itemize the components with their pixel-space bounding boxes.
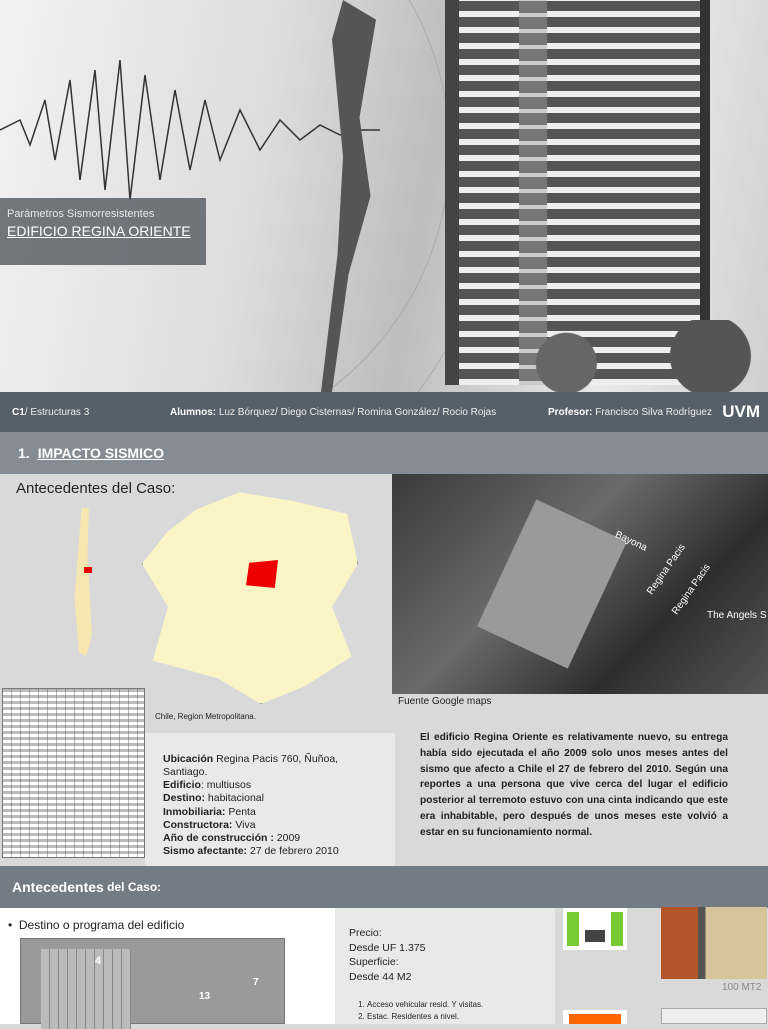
building-roof <box>477 499 627 669</box>
section-number: 1. <box>18 445 30 461</box>
info-row: Año de construcción : 2009 <box>163 832 377 845</box>
section-header-impacto: 1. IMPACTO SISMICO <box>0 432 768 474</box>
info-row: Inmobiliaria: Penta <box>163 806 377 819</box>
professor-info: Profesor: Francisco Silva Rodríguez <box>548 407 712 418</box>
unit-key-plan <box>563 908 627 950</box>
professor-name: Francisco Silva Rodríguez <box>592 406 712 418</box>
info-row: Constructora: Viva <box>163 819 377 832</box>
section-header-antecedentes: Antecedentes del Caso: <box>0 866 768 908</box>
info-value: 2009 <box>273 831 301 844</box>
site-plan-image: 4 13 7 <box>20 938 285 1029</box>
hero-banner: Parámetros Sismorresistentes EDIFICIO RE… <box>0 0 768 392</box>
info-label: Inmobiliaria: <box>163 805 226 818</box>
students-label: Alumnos: <box>170 406 217 418</box>
price-box: Precio: Desde UF 1.375 Superficie: Desde… <box>335 908 555 1024</box>
price-value: Desde UF 1.375 <box>349 941 426 954</box>
trees <box>480 320 768 392</box>
section-title: Antecedentes <box>12 879 104 895</box>
uvm-logo: UVM <box>722 402 760 421</box>
floor-plan <box>661 1008 767 1024</box>
info-value: Viva <box>232 818 256 831</box>
info-row: Sismo afectante: 27 de febrero 2010 <box>163 845 377 858</box>
legend-item: Estac. Residentes a nivel. <box>367 1011 541 1023</box>
presentation-title: EDIFICIO REGINA ORIENTE <box>7 223 191 239</box>
info-value: 27 de febrero 2010 <box>247 844 339 857</box>
area-value: Desde 44 M2 <box>349 971 412 984</box>
site-legend-list: Acceso vehicular resid. Y visitas. Estac… <box>349 999 541 1023</box>
chile-map <box>74 508 94 660</box>
program-bullet: • Destino o programa del edificio <box>8 918 185 932</box>
students-info: Alumnos: Luz Bórquez/ Diego Cisternas/ R… <box>170 407 496 418</box>
credits-bar: C1/ Estructuras 3 Alumnos: Luz Bórquez/ … <box>0 392 768 432</box>
case-heading: Antecedentes del Caso: <box>16 480 176 497</box>
site-number: 7 <box>253 977 259 988</box>
info-label: Destino: <box>163 792 205 805</box>
legend-item: Acceso vehicular resid. Y visitas. <box>367 999 541 1011</box>
info-value: Penta <box>225 805 256 818</box>
satellite-caption: Fuente Google maps <box>398 696 492 707</box>
program-bullet-text: Destino o programa del edificio <box>18 918 185 932</box>
floor-plan-area: 100 MT2 <box>722 982 762 993</box>
section-title-suffix: del Caso: <box>103 880 162 894</box>
course-info: C1/ Estructuras 3 <box>12 407 89 418</box>
area-label: Superficie: <box>349 956 399 969</box>
info-label: Edificio <box>163 779 201 792</box>
building-info-box: Ubicación Regina Pacis 760, Ñuñoa, Santi… <box>145 733 395 866</box>
info-label: Sismo afectante: <box>163 844 248 857</box>
place-label: The Angels S <box>707 610 767 621</box>
street-label: Regina Pacis <box>645 542 688 597</box>
site-number: 4 <box>95 955 102 967</box>
info-label: Constructora: <box>163 818 233 831</box>
santiago-map <box>142 492 358 704</box>
info-value: habitacional <box>205 792 264 805</box>
presentation-subtitle: Parámetros Sismorresistentes <box>7 208 155 220</box>
students-names: Luz Bórquez/ Diego Cisternas/ Romina Gon… <box>216 406 497 418</box>
course-name: / Estructuras 3 <box>24 406 90 418</box>
region-marker <box>84 567 92 573</box>
satellite-image: Bayona Regina Pacis Regina Pacis The Ang… <box>392 474 768 694</box>
info-label: Año de construcción : <box>163 831 274 844</box>
floor-plan-100 <box>661 907 767 979</box>
title-box: Parámetros Sismorresistentes EDIFICIO RE… <box>0 198 206 265</box>
section-title: IMPACTO SISMICO <box>37 445 164 461</box>
street-label: Regina Pacis <box>670 562 713 617</box>
price-label: Precio: <box>349 927 382 939</box>
info-label: Ubicación <box>163 753 214 765</box>
info-row: Edificio: multiusos <box>163 779 377 792</box>
course-code: C1 <box>12 406 25 418</box>
building-elevation-drawing <box>2 688 145 858</box>
unit-key-plan <box>563 1010 627 1024</box>
info-value: : multiusos <box>200 779 252 792</box>
site-number: 13 <box>199 991 211 1002</box>
case-description: El edificio Regina Oriente es relativame… <box>420 732 728 838</box>
info-row: Ubicación Regina Pacis 760, Ñuñoa, Santi… <box>163 753 377 779</box>
nunoa-highlight <box>246 560 278 588</box>
map-caption: Chile, Region Metropolitana. <box>155 712 256 721</box>
professor-label: Profesor: <box>548 406 593 418</box>
info-row: Destino: habitacional <box>163 792 377 805</box>
